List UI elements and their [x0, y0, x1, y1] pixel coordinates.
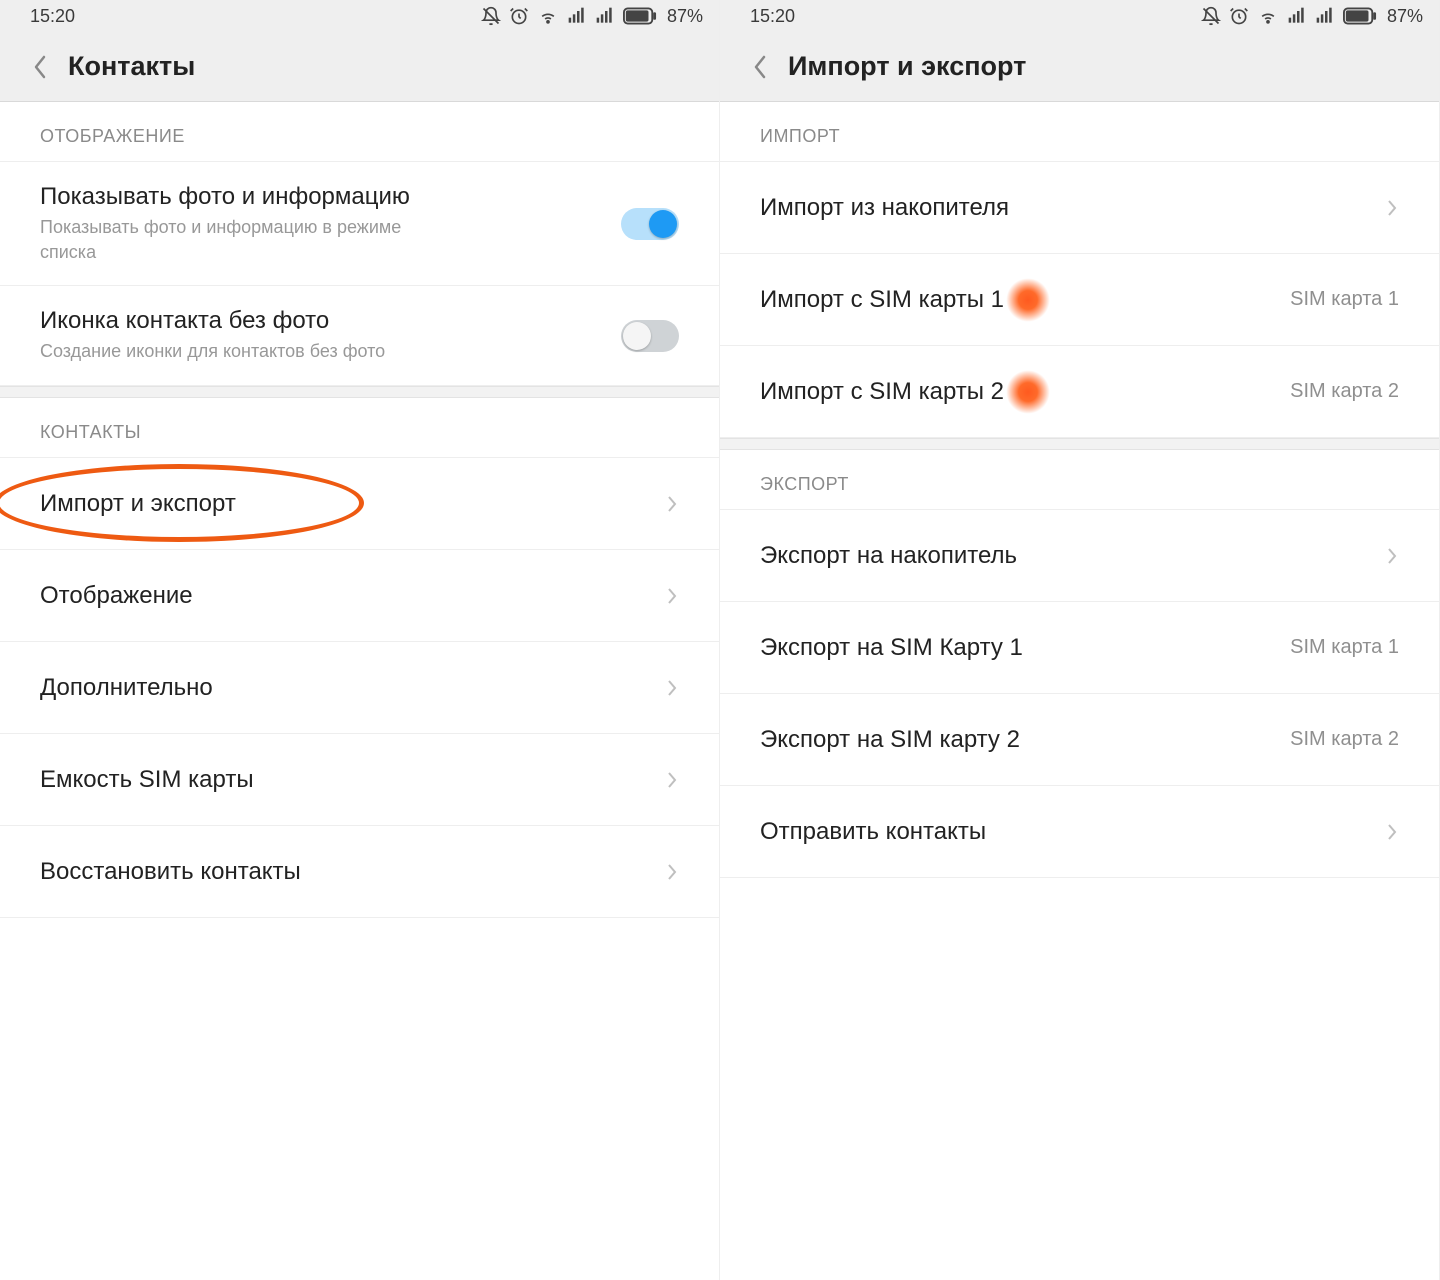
wifi-icon: [537, 6, 559, 26]
row-title: Экспорт на SIM карту 2: [760, 726, 1290, 754]
row-import-export[interactable]: Импорт и экспорт: [0, 458, 719, 550]
status-bar: 15:20 87%: [0, 0, 719, 32]
row-sim-capacity[interactable]: Емкость SIM карты: [0, 734, 719, 826]
row-title: Импорт с SIM карты 2: [760, 378, 1004, 406]
alarm-icon: [509, 6, 529, 26]
battery-icon: [623, 7, 657, 25]
bell-off-icon: [1201, 6, 1221, 26]
row-display[interactable]: Отображение: [0, 550, 719, 642]
row-import-sim1[interactable]: Импорт с SIM карты 1 SIM карта 1: [720, 254, 1439, 346]
battery-icon: [1343, 7, 1377, 25]
header: Контакты: [0, 32, 719, 102]
row-title: Экспорт на SIM Карту 1: [760, 634, 1290, 662]
row-title: Импорт с SIM карты 1: [760, 286, 1004, 314]
row-title: Импорт и экспорт: [40, 490, 665, 518]
row-import-sim2[interactable]: Импорт с SIM карты 2 SIM карта 2: [720, 346, 1439, 438]
row-restore-contacts[interactable]: Восстановить контакты: [0, 826, 719, 918]
status-time: 15:20: [30, 6, 75, 27]
row-value: SIM карта 2: [1290, 380, 1399, 403]
chevron-right-icon: [665, 492, 679, 516]
status-battery: 87%: [1387, 6, 1423, 27]
row-title: Дополнительно: [40, 674, 665, 702]
status-time: 15:20: [750, 6, 795, 27]
status-icons: [481, 6, 657, 26]
chevron-right-icon: [1385, 544, 1399, 568]
header: Импорт и экспорт: [720, 32, 1439, 102]
chevron-right-icon: [1385, 820, 1399, 844]
section-export: ЭКСПОРТ: [720, 450, 1439, 510]
chevron-right-icon: [665, 676, 679, 700]
row-title: Экспорт на накопитель: [760, 542, 1385, 570]
signal-1-icon: [1287, 6, 1307, 26]
chevron-left-icon: [32, 53, 48, 81]
toggle-contact-icon[interactable]: [621, 320, 679, 352]
row-advanced[interactable]: Дополнительно: [0, 642, 719, 734]
page-title: Импорт и экспорт: [788, 51, 1026, 82]
wifi-icon: [1257, 6, 1279, 26]
screen-import-export: 15:20 87% Импорт и экспорт ИМПОРТ Импорт…: [720, 0, 1440, 1280]
alarm-icon: [1229, 6, 1249, 26]
row-subtitle: Создание иконки для контактов без фото: [40, 339, 460, 363]
section-display: ОТОБРАЖЕНИЕ: [0, 102, 719, 162]
signal-2-icon: [595, 6, 615, 26]
page-title: Контакты: [68, 51, 195, 82]
status-battery: 87%: [667, 6, 703, 27]
status-icons: [1201, 6, 1377, 26]
row-title: Импорт из накопителя: [760, 194, 1385, 222]
chevron-right-icon: [1385, 196, 1399, 220]
section-import: ИМПОРТ: [720, 102, 1439, 162]
section-gap: [720, 438, 1439, 450]
row-title: Отправить контакты: [760, 818, 1385, 846]
row-export-sim2[interactable]: Экспорт на SIM карту 2 SIM карта 2: [720, 694, 1439, 786]
row-import-storage[interactable]: Импорт из накопителя: [720, 162, 1439, 254]
row-value: SIM карта 1: [1290, 636, 1399, 659]
row-contact-icon-no-photo[interactable]: Иконка контакта без фото Создание иконки…: [0, 286, 719, 386]
row-value: SIM карта 2: [1290, 728, 1399, 751]
signal-2-icon: [1315, 6, 1335, 26]
status-right: 87%: [1201, 6, 1423, 27]
row-value: SIM карта 1: [1290, 288, 1399, 311]
section-gap: [0, 386, 719, 398]
back-button[interactable]: [740, 47, 780, 87]
chevron-left-icon: [752, 53, 768, 81]
chevron-right-icon: [665, 584, 679, 608]
status-bar: 15:20 87%: [720, 0, 1439, 32]
signal-1-icon: [567, 6, 587, 26]
row-title: Отображение: [40, 582, 665, 610]
highlight-dot: [1006, 370, 1050, 414]
row-export-sim1[interactable]: Экспорт на SIM Карту 1 SIM карта 1: [720, 602, 1439, 694]
row-title: Емкость SIM карты: [40, 766, 665, 794]
back-button[interactable]: [20, 47, 60, 87]
row-export-storage[interactable]: Экспорт на накопитель: [720, 510, 1439, 602]
chevron-right-icon: [665, 768, 679, 792]
toggle-show-photo[interactable]: [621, 208, 679, 240]
status-right: 87%: [481, 6, 703, 27]
row-title: Восстановить контакты: [40, 858, 665, 886]
row-show-photo-info[interactable]: Показывать фото и информацию Показывать …: [0, 162, 719, 286]
chevron-right-icon: [665, 860, 679, 884]
row-title: Показывать фото и информацию: [40, 183, 621, 211]
bell-off-icon: [481, 6, 501, 26]
row-title: Иконка контакта без фото: [40, 307, 621, 335]
screen-contacts-settings: 15:20 87% Контакты ОТОБРАЖЕН: [0, 0, 720, 1280]
highlight-dot: [1006, 278, 1050, 322]
row-subtitle: Показывать фото и информацию в режиме сп…: [40, 215, 460, 264]
row-send-contacts[interactable]: Отправить контакты: [720, 786, 1439, 878]
section-contacts: КОНТАКТЫ: [0, 398, 719, 458]
